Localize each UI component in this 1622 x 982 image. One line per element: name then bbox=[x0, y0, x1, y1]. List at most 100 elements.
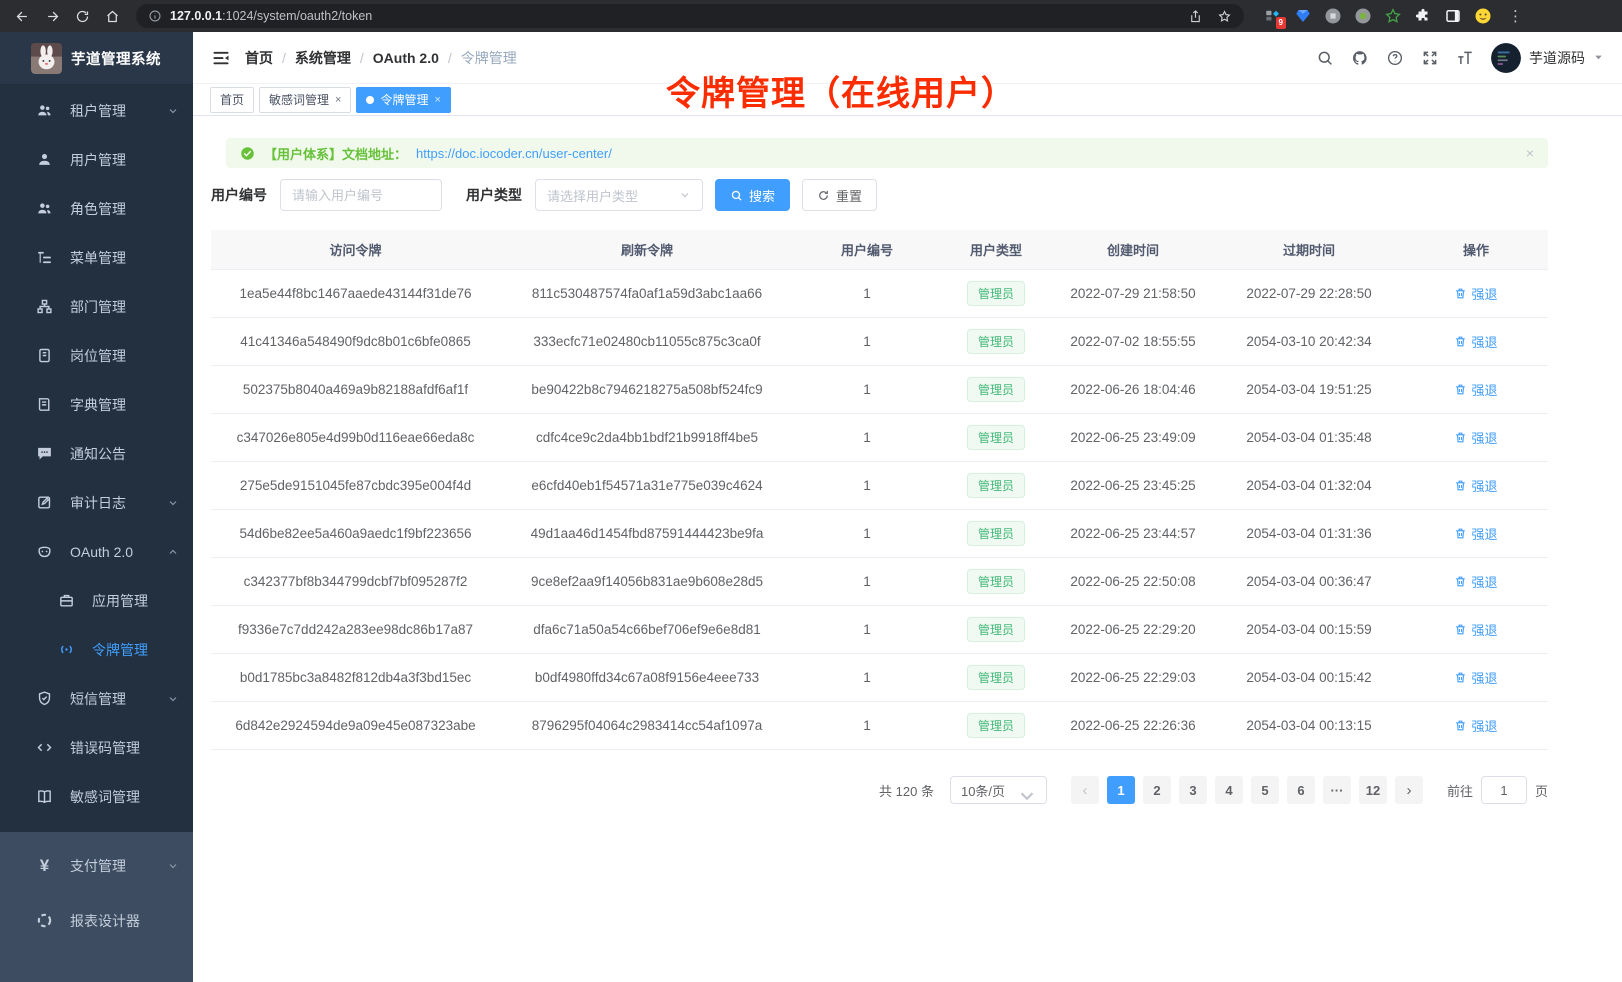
browser-toolbar: 127.0.0.1:1024/system/oauth2/token 9 ⋮ bbox=[0, 0, 1622, 32]
force-logout-button[interactable]: 强退 bbox=[1454, 476, 1497, 495]
user-id-input[interactable] bbox=[280, 179, 442, 211]
alert-close-icon[interactable]: × bbox=[1526, 145, 1534, 161]
force-logout-button[interactable]: 强退 bbox=[1454, 380, 1497, 399]
sidebar-item-16[interactable]: 报表设计器 bbox=[0, 893, 193, 948]
sidebar-item-1[interactable]: 用户管理 bbox=[0, 135, 193, 184]
force-logout-button[interactable]: 强退 bbox=[1454, 572, 1497, 591]
tabs-bar: 首页 × 敏感词管理 × 令牌管理 × bbox=[193, 84, 1622, 116]
breadcrumb-system[interactable]: 系统管理 bbox=[295, 48, 364, 68]
doc-link[interactable]: https://doc.iocoder.cn/user-center/ bbox=[416, 146, 612, 161]
app-logo[interactable]: 芋道管理系统 bbox=[0, 32, 193, 84]
breadcrumb-home[interactable]: 首页 bbox=[245, 48, 286, 68]
user-type-select[interactable]: 请选择用户类型 bbox=[535, 179, 703, 211]
sidebar-item-8[interactable]: 审计日志 bbox=[0, 478, 193, 527]
app-title: 芋道管理系统 bbox=[71, 48, 161, 69]
search-icon[interactable] bbox=[1316, 49, 1334, 67]
page-button-6[interactable]: 6 bbox=[1287, 776, 1315, 804]
page-button-5[interactable]: 5 bbox=[1251, 776, 1279, 804]
sidebar-item-3[interactable]: 菜单管理 bbox=[0, 233, 193, 282]
devtools-icon[interactable]: 9 bbox=[1264, 7, 1282, 25]
tab-2[interactable]: 令牌管理 × bbox=[356, 87, 450, 113]
total-count: 共 120 条 bbox=[879, 781, 934, 800]
col-expires: 过期时间 bbox=[1214, 240, 1404, 259]
page-header: 首页 系统管理 OAuth 2.0 令牌管理 芋道源码 bbox=[193, 32, 1622, 84]
force-logout-button[interactable]: 强退 bbox=[1454, 620, 1497, 639]
address-bar[interactable]: 127.0.0.1:1024/system/oauth2/token bbox=[136, 4, 1244, 28]
browser-home-button[interactable] bbox=[100, 4, 124, 28]
page-button-1[interactable]: 1 bbox=[1107, 776, 1135, 804]
audit-log-icon bbox=[36, 494, 53, 511]
page-size-select[interactable]: 10条/页 bbox=[950, 776, 1047, 804]
help-icon[interactable] bbox=[1386, 49, 1404, 67]
sidebar-item-12[interactable]: 短信管理 bbox=[0, 674, 193, 723]
chevron-icon bbox=[167, 546, 179, 558]
emoji-avatar-icon[interactable] bbox=[1474, 7, 1492, 25]
col-refresh-token: 刷新令牌 bbox=[500, 240, 794, 259]
sidebar-item-11[interactable]: 令牌管理 bbox=[0, 625, 193, 674]
sidebar-item-6[interactable]: 字典管理 bbox=[0, 380, 193, 429]
force-logout-button[interactable]: 强退 bbox=[1454, 668, 1497, 687]
table-row: 6d842e2924594de9a09e45e087323abe 8796295… bbox=[211, 702, 1548, 750]
sidebar-item-2[interactable]: 角色管理 bbox=[0, 184, 193, 233]
force-logout-button[interactable]: 强退 bbox=[1454, 284, 1497, 303]
bookmark-star-icon[interactable] bbox=[1217, 9, 1232, 24]
sidebar-item-5[interactable]: 岗位管理 bbox=[0, 331, 193, 380]
tab-close-icon[interactable]: × bbox=[434, 94, 440, 106]
font-size-icon[interactable] bbox=[1456, 49, 1474, 67]
browser-menu-icon[interactable]: ⋮ bbox=[1508, 7, 1522, 25]
green-star-icon[interactable] bbox=[1384, 7, 1402, 25]
trash-icon bbox=[1454, 431, 1467, 444]
chevron-icon bbox=[167, 860, 179, 872]
sidebar-item-7[interactable]: 通知公告 bbox=[0, 429, 193, 478]
user-type-tag: 管理员 bbox=[967, 617, 1025, 642]
search-button[interactable]: 搜索 bbox=[715, 179, 790, 211]
browser-reload-button[interactable] bbox=[70, 4, 94, 28]
puzzle-extensions-icon[interactable] bbox=[1414, 7, 1432, 25]
page-ellipsis-button[interactable]: ··· bbox=[1323, 776, 1351, 804]
sidebar-item-14[interactable]: 敏感词管理 bbox=[0, 772, 193, 821]
gem-icon[interactable] bbox=[1294, 7, 1312, 25]
breadcrumb-oauth[interactable]: OAuth 2.0 bbox=[373, 50, 452, 66]
fullscreen-icon[interactable] bbox=[1421, 49, 1439, 67]
next-page-button[interactable]: › bbox=[1395, 776, 1423, 804]
prev-page-button[interactable]: ‹ bbox=[1071, 776, 1099, 804]
sidebar-item-4[interactable]: 部门管理 bbox=[0, 282, 193, 331]
page-button-2[interactable]: 2 bbox=[1143, 776, 1171, 804]
sidebar-menu-bottom: ¥ 支付管理 报表设计器 bbox=[0, 832, 193, 982]
sidebar-item-13[interactable]: 错误码管理 bbox=[0, 723, 193, 772]
sidebar-item-10[interactable]: 应用管理 bbox=[0, 576, 193, 625]
sidebar-item-9[interactable]: OAuth 2.0 bbox=[0, 527, 193, 576]
force-logout-button[interactable]: 强退 bbox=[1454, 716, 1497, 735]
sidebar-item-0[interactable]: 租户管理 bbox=[0, 86, 193, 135]
oauth-icon bbox=[36, 543, 53, 560]
table-row: 41c41346a548490f9dc8b01c6bfe0865 333ecfc… bbox=[211, 318, 1548, 366]
page-button-4[interactable]: 4 bbox=[1215, 776, 1243, 804]
sidebar-collapse-icon[interactable] bbox=[211, 48, 231, 68]
chevron-down-icon bbox=[1016, 785, 1038, 796]
trash-icon bbox=[1454, 623, 1467, 636]
session-icon[interactable] bbox=[1324, 7, 1342, 25]
github-icon[interactable] bbox=[1351, 49, 1369, 67]
force-logout-button[interactable]: 强退 bbox=[1454, 428, 1497, 447]
share-icon[interactable] bbox=[1188, 9, 1203, 24]
browser-back-button[interactable] bbox=[10, 4, 34, 28]
page-button-12[interactable]: 12 bbox=[1359, 776, 1387, 804]
tab-1[interactable]: 敏感词管理 × bbox=[259, 87, 351, 113]
user-menu[interactable]: 芋道源码 bbox=[1491, 43, 1604, 73]
user-avatar bbox=[1491, 43, 1521, 73]
sidebar: 芋道管理系统 租户管理 用户管理 角色管理 菜单管理 部门管理 岗位管理 字典管… bbox=[0, 32, 193, 982]
goto-page-input[interactable] bbox=[1481, 776, 1527, 804]
page-button-3[interactable]: 3 bbox=[1179, 776, 1207, 804]
browser-forward-button[interactable] bbox=[40, 4, 64, 28]
site-info-icon[interactable] bbox=[148, 9, 162, 23]
tab-0[interactable]: 首页 × bbox=[210, 87, 254, 113]
sidebar-item-15[interactable]: ¥ 支付管理 bbox=[0, 838, 193, 893]
sidebar-toggle-icon[interactable] bbox=[1444, 7, 1462, 25]
tab-close-icon[interactable]: × bbox=[335, 94, 341, 106]
force-logout-button[interactable]: 强退 bbox=[1454, 524, 1497, 543]
reset-button[interactable]: 重置 bbox=[802, 179, 877, 211]
breadcrumb: 首页 系统管理 OAuth 2.0 令牌管理 bbox=[245, 48, 517, 68]
force-logout-button[interactable]: 强退 bbox=[1454, 332, 1497, 351]
alert-text: 【用户体系】文档地址： bbox=[264, 144, 407, 163]
recorder-icon[interactable] bbox=[1354, 7, 1372, 25]
